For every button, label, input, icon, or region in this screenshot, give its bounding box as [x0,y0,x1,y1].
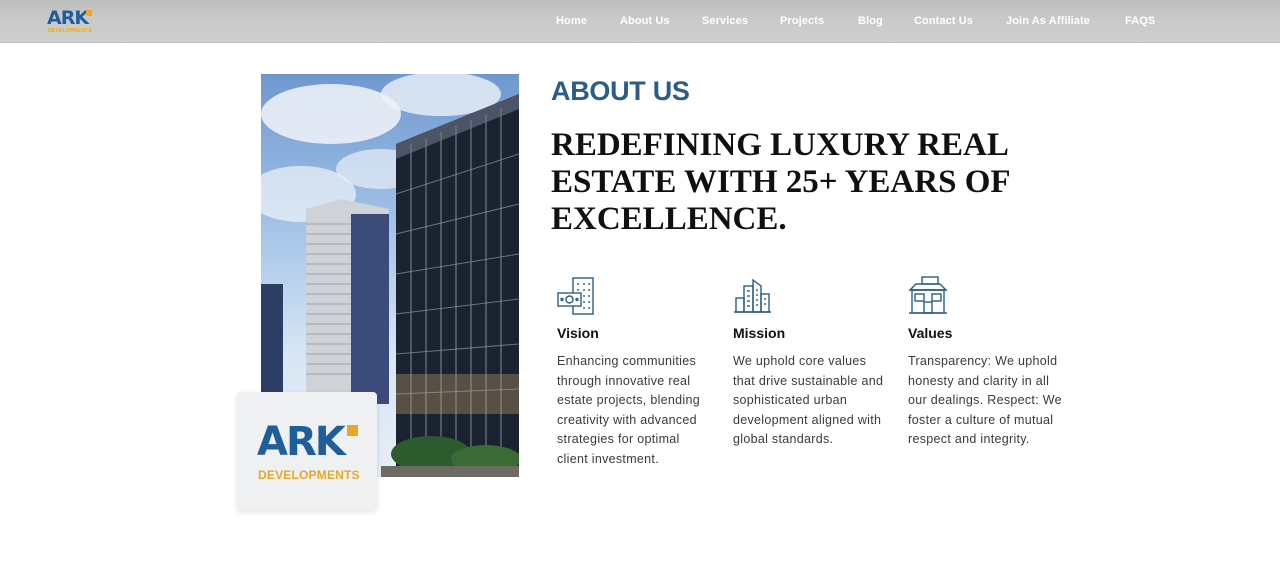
image-logo-card: ARK DEVELOPMENTS [237,392,377,510]
nav-home[interactable]: Home [556,15,587,27]
city-skyline-icon [733,276,773,316]
feature-title: Values [908,325,953,341]
logo-mark-large: ARK [257,419,346,465]
building-money-icon [557,276,597,316]
nav-projects[interactable]: Projects [780,15,824,27]
nav-about-us[interactable]: About Us [620,15,670,27]
logo-accent-large [347,425,358,436]
site-header: ARK DEVELOPMENTS Home About Us Services … [0,0,1280,43]
main-nav: Home About Us Services Projects Blog Con… [0,0,1280,43]
feature-mission: Mission We uphold core values that drive… [733,276,888,450]
nav-services[interactable]: Services [702,15,748,27]
logo-subtitle-large: DEVELOPMENTS [258,468,360,482]
feature-title: Vision [557,325,599,341]
feature-title: Mission [733,325,786,341]
section-kicker: ABOUT US [551,76,690,106]
section-headline: REDEFINING LUXURY REAL ESTATE WITH 25+ Y… [551,127,1010,237]
feature-values: Values Transparency: We uphold honesty a… [908,276,1063,450]
storefront-icon [908,276,948,316]
feature-text: Enhancing communities through innovative… [557,354,701,466]
nav-join-as-affiliate[interactable]: Join As Affiliate [1006,15,1090,27]
feature-vision: Vision Enhancing communities through inn… [557,276,712,469]
nav-faqs[interactable]: FAQS [1125,15,1155,27]
nav-contact-us[interactable]: Contact Us [914,15,973,27]
feature-text: We uphold core values that drive sustain… [733,354,884,446]
nav-blog[interactable]: Blog [858,15,883,27]
feature-text: Transparency: We uphold honesty and clar… [908,354,1062,446]
